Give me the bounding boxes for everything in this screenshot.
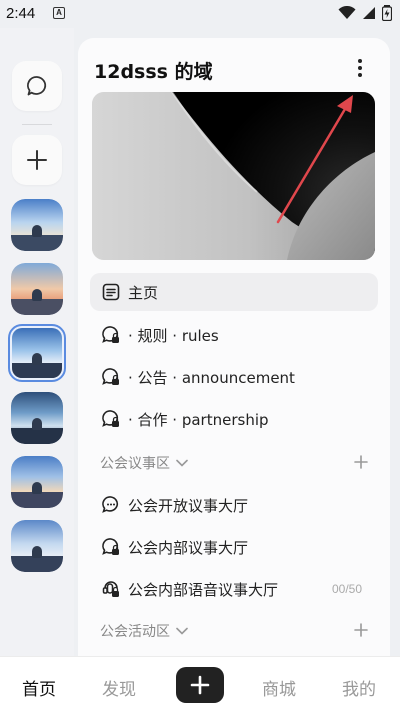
signal-icon <box>363 7 375 19</box>
server-rail <box>0 28 74 656</box>
voice-locked-icon <box>100 578 122 600</box>
chat-locked-icon <box>100 324 122 346</box>
banner-image <box>92 92 375 260</box>
notification-icon: A <box>53 7 65 19</box>
section-header[interactable]: 公会议事区 <box>100 449 368 477</box>
channel-label: 公会内部议事大厅 <box>128 538 249 557</box>
server-avatar[interactable] <box>11 456 63 508</box>
chevron-down-icon <box>176 459 188 467</box>
section-label: 公会议事区 <box>100 456 170 472</box>
server-panel: 12dsss 的域 主页 · 规则 · rules · 公告 · announc… <box>78 38 390 656</box>
channel-label: 公会内部语音议事大厅 <box>128 580 279 599</box>
chat-locked-icon <box>100 408 122 430</box>
server-avatar[interactable] <box>11 392 63 444</box>
channel-internal-hall[interactable]: 公会内部议事大厅 <box>90 528 378 566</box>
chat-bubble-icon <box>27 76 47 96</box>
chevron-down-icon <box>176 627 188 635</box>
nav-mine[interactable]: 我的 <box>342 675 376 700</box>
chat-icon <box>100 494 122 516</box>
status-icons <box>338 5 392 21</box>
section-header[interactable]: 公会活动区 <box>100 617 368 645</box>
channel-open-hall[interactable]: 公会开放议事大厅 <box>90 486 378 524</box>
add-server-button[interactable] <box>12 135 62 185</box>
channel-rules[interactable]: · 规则 · rules <box>90 316 378 354</box>
server-avatar-selected[interactable] <box>8 324 66 382</box>
chat-locked-icon <box>100 366 122 388</box>
server-title: 12dsss 的域 <box>94 61 213 83</box>
channel-label: · 公告 · announcement <box>128 368 295 387</box>
home-page-icon <box>100 281 122 303</box>
nav-discover[interactable]: 发现 <box>102 675 136 700</box>
battery-icon <box>382 5 392 21</box>
channel-partnership[interactable]: · 合作 · partnership <box>90 400 378 438</box>
voice-member-count: 00/50 <box>331 582 362 596</box>
create-button[interactable] <box>176 667 224 703</box>
server-avatar[interactable] <box>11 520 63 572</box>
more-options-icon[interactable] <box>348 55 372 81</box>
nav-mall[interactable]: 商城 <box>262 675 296 700</box>
channel-label: 主页 <box>128 283 159 302</box>
plus-icon <box>27 150 47 170</box>
wifi-icon <box>338 6 356 19</box>
nav-home[interactable]: 首页 <box>22 675 56 700</box>
channel-home[interactable]: 主页 <box>90 273 378 311</box>
server-banner <box>92 92 375 260</box>
messages-button[interactable] <box>12 61 62 111</box>
add-channel-icon[interactable] <box>354 623 368 637</box>
add-channel-icon[interactable] <box>354 455 368 469</box>
status-time: 2:44 <box>6 5 36 22</box>
plus-icon <box>190 675 210 695</box>
status-bar: 2:44 A <box>0 0 400 28</box>
channel-label: · 规则 · rules <box>128 326 219 345</box>
channel-announcement[interactable]: · 公告 · announcement <box>90 358 378 396</box>
rail-divider <box>22 124 52 125</box>
section-label: 公会活动区 <box>100 624 170 640</box>
bottom-nav: 首页 发现 商城 我的 <box>0 656 400 712</box>
server-avatar[interactable] <box>11 199 63 251</box>
server-avatar[interactable] <box>11 263 63 315</box>
channel-label: 公会开放议事大厅 <box>128 496 249 515</box>
channel-voice-hall[interactable]: 公会内部语音议事大厅 00/50 <box>90 570 378 608</box>
channel-label: · 合作 · partnership <box>128 410 269 429</box>
chat-locked-icon <box>100 536 122 558</box>
